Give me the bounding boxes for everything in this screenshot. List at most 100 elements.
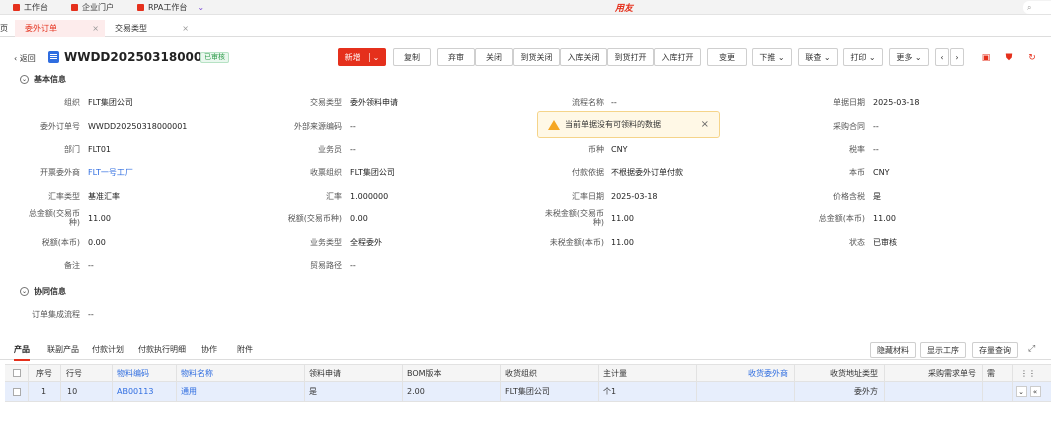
tab-byproducts[interactable]: 联副产品 [47, 344, 79, 355]
tab-transaction-type[interactable]: 交易类型 × [115, 20, 195, 37]
nav-portal-label: 企业门户 [82, 2, 114, 12]
prev-record-button[interactable]: ‹ [935, 48, 949, 66]
next-record-button[interactable]: › [950, 48, 964, 66]
col-recv-org[interactable]: 收货组织 [501, 365, 599, 381]
nav-rpa-label: RPA工作台 [148, 2, 188, 12]
cell-bom-version: 2.00 [403, 382, 501, 401]
workflow-icon[interactable]: ⛊ [1002, 51, 1016, 65]
cell-purchase-req [885, 382, 983, 401]
ratedate-label: 汇率日期 [572, 192, 604, 201]
section-basic-info[interactable]: ⌄ 基本信息 [20, 74, 66, 85]
rate-value: 1.000000 [350, 192, 389, 201]
col-seq[interactable]: 序号 [29, 365, 61, 381]
expand-icon[interactable]: ⤢ [1028, 344, 1035, 354]
nav-rpa[interactable]: RPA工作台 ⌄ [137, 2, 204, 13]
tab-products[interactable]: 产品 [14, 344, 30, 361]
more-button[interactable]: 更多 ⌄ [889, 48, 929, 66]
copy-button[interactable]: 复制 [393, 48, 431, 66]
print-button[interactable]: 打印 ⌄ [843, 48, 883, 66]
col-material-code[interactable]: 物料编码 [113, 365, 177, 381]
col-main-unit[interactable]: 主计量 [599, 365, 697, 381]
close-button[interactable]: 关闭 [475, 48, 513, 66]
tab-attachments[interactable]: 附件 [237, 344, 253, 355]
recvorg-label: 收票组织 [310, 168, 342, 177]
back-button[interactable]: ‹ 返回 [14, 53, 36, 64]
rpa-icon [137, 3, 144, 11]
col-lineno[interactable]: 行号 [61, 365, 113, 381]
new-button[interactable]: 新增 ⌄ [338, 48, 386, 66]
select-all-checkbox[interactable] [5, 365, 29, 381]
cell-material-code[interactable]: AB00113 [113, 382, 177, 401]
open-receipt-button[interactable]: 到货打开 [607, 48, 654, 66]
top-bar: 工作台 企业门户 RPA工作台 ⌄ 用友 ⌕ [0, 0, 1051, 15]
section-coop-info[interactable]: ⌄ 协同信息 [20, 286, 66, 297]
search-icon[interactable]: ⌕ [1023, 1, 1051, 14]
col-bom-version[interactable]: BOM版本 [403, 365, 501, 381]
col-recv-vendor[interactable]: 收货委外商 [697, 365, 795, 381]
dept-value: FLT01 [88, 145, 112, 154]
nav-portal[interactable]: 企业门户 [71, 2, 114, 13]
biztype-value: 全程委外 [350, 238, 382, 247]
close-icon[interactable]: × [182, 24, 189, 33]
detail-tabs: 产品 联副产品 付款计划 付款执行明细 协作 附件 隐藏材料 显示工序 存量查询… [0, 340, 1051, 361]
col-material-name[interactable]: 物料名称 [177, 365, 305, 381]
trade-value: -- [350, 261, 356, 270]
section-basic-info-label: 基本信息 [34, 75, 66, 84]
remark-value: -- [88, 261, 94, 270]
close-icon[interactable]: × [92, 24, 99, 33]
col-extra[interactable]: 需 [983, 365, 1013, 381]
chevron-down-icon[interactable]: ⌄ [20, 75, 29, 84]
linked-query-label: 联查 [805, 52, 822, 62]
refresh-icon[interactable]: ↻ [1025, 51, 1039, 65]
cell-seq: 1 [29, 382, 61, 401]
close-receipt-button[interactable]: 到货关闭 [513, 48, 560, 66]
show-process-button[interactable]: 显示工序 [920, 342, 966, 358]
open-inbound-button[interactable]: 入库打开 [654, 48, 701, 66]
chevron-down-icon[interactable]: ⌄ [197, 3, 204, 12]
total-local-label: 总金额(本币) [818, 214, 865, 223]
new-button-label: 新增 [344, 52, 361, 62]
taxincl-value: 是 [873, 192, 881, 201]
tax-tx-label: 税额(交易币种) [287, 214, 342, 223]
chevron-down-icon[interactable]: ⌄ [368, 52, 379, 62]
change-button[interactable]: 变更 [707, 48, 747, 66]
page-tab-fragment[interactable]: 页 [0, 23, 8, 34]
col-address-type[interactable]: 收货地址类型 [795, 365, 885, 381]
total-local-value: 11.00 [873, 214, 896, 223]
currency-value: CNY [611, 145, 628, 154]
nav-workbench[interactable]: 工作台 [13, 2, 48, 13]
double-chevron-left-icon[interactable]: « [1029, 386, 1041, 397]
chevron-down-icon[interactable]: ⌄ [1015, 386, 1027, 397]
flow-value: -- [611, 98, 617, 107]
remark-label: 备注 [64, 261, 80, 270]
vendor-label: 开票委外商 [40, 168, 80, 177]
stock-query-button[interactable]: 存量查询 [972, 342, 1018, 358]
cell-material-name[interactable]: 通用 [177, 382, 305, 401]
col-purchase-req[interactable]: 采购需求单号 [885, 365, 983, 381]
status-badge: 已审核 [200, 52, 229, 63]
txtype-label: 交易类型 [310, 98, 342, 107]
tab-collaboration[interactable]: 协作 [201, 344, 217, 355]
tab-payment-plan[interactable]: 付款计划 [92, 344, 124, 355]
notax-tx-label: 未税金额(交易币种) [544, 209, 604, 227]
chevron-down-icon: ⌄ [821, 52, 831, 62]
section-coop-info-label: 协同信息 [34, 287, 66, 296]
cell-lineno: 10 [61, 382, 113, 401]
push-down-button[interactable]: 下推 ⌄ [752, 48, 792, 66]
vendor-link[interactable]: FLT一号工厂 [88, 168, 133, 177]
column-settings-icon[interactable]: ⋮⋮ [1013, 365, 1043, 381]
tab-outsourcing-order[interactable]: 委外订单 × [15, 20, 105, 37]
table-row[interactable]: 1 10 AB00113 通用 是 2.00 FLT集团公司 个1 委外方 ⌄ … [5, 382, 1051, 402]
chevron-down-icon[interactable]: ⌄ [20, 287, 29, 296]
unapprove-button[interactable]: 弃审 [437, 48, 475, 66]
close-icon[interactable]: × [701, 119, 709, 130]
nav-workbench-label: 工作台 [24, 2, 48, 12]
hide-materials-button[interactable]: 隐藏材料 [870, 342, 916, 358]
date-label: 单据日期 [833, 98, 865, 107]
tab-payment-detail[interactable]: 付款执行明细 [138, 344, 186, 355]
close-inbound-button[interactable]: 入库关闭 [560, 48, 607, 66]
excel-icon[interactable]: ▣ [979, 51, 993, 65]
col-picking-apply[interactable]: 领料申请 [305, 365, 403, 381]
linked-query-button[interactable]: 联查 ⌄ [798, 48, 838, 66]
row-checkbox[interactable] [5, 382, 29, 401]
